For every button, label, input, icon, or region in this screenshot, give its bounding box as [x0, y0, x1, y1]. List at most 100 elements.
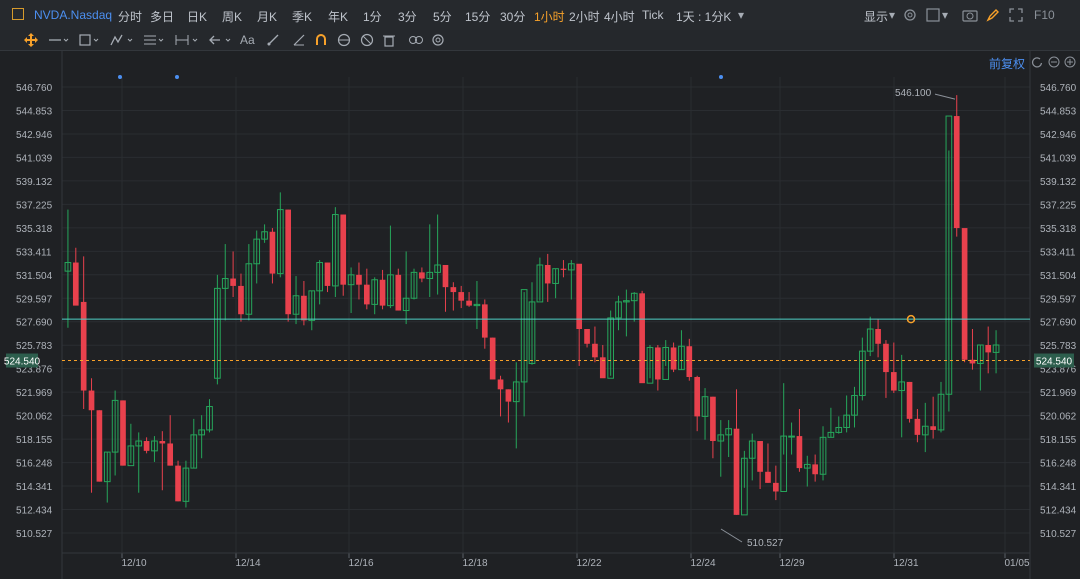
candle-body-down	[985, 345, 992, 353]
y-tick-right: 541.039	[1040, 153, 1077, 164]
y-tick-left: 514.341	[16, 482, 53, 493]
low-label-pointer	[720, 528, 743, 543]
y-tick-right: 514.341	[1040, 482, 1077, 493]
delete-icon[interactable]	[382, 33, 396, 47]
candle-body-down	[773, 482, 779, 492]
timeframe-11[interactable]: 30分	[500, 8, 525, 25]
candle-body-down	[694, 377, 701, 417]
timeframe-3[interactable]: 周K	[222, 8, 242, 25]
camera-icon[interactable]	[962, 8, 978, 22]
link-icon[interactable]	[408, 33, 424, 47]
candle-body-down	[961, 228, 968, 360]
display-menu[interactable]: 显示	[864, 8, 888, 25]
pattern-icon[interactable]	[110, 33, 136, 47]
candle-body-down	[395, 274, 402, 311]
text-icon[interactable]: Aa	[240, 33, 255, 47]
candle-body-down	[442, 264, 449, 288]
y-tick-left: 516.248	[16, 459, 53, 470]
candle-body-down	[72, 262, 79, 306]
chevron-down-icon[interactable]: ▾	[889, 8, 895, 22]
pencil-icon[interactable]	[292, 33, 306, 47]
candle-body-down	[883, 343, 889, 373]
y-tick-left: 535.318	[16, 224, 53, 235]
candle-body-down	[953, 116, 960, 229]
candle-body-down	[356, 274, 362, 285]
timeframe-13[interactable]: 2小时	[569, 8, 600, 25]
settings-icon[interactable]	[431, 33, 445, 47]
candlestick-chart[interactable]: 546.760 546.760 544.853 544.853 542.946 542.9…	[0, 51, 1080, 579]
x-tick-label: 12/16	[348, 558, 373, 569]
f10-icon[interactable]: F10	[1034, 8, 1055, 22]
candle-body-down	[96, 410, 103, 482]
y-tick-left: 539.132	[16, 177, 53, 188]
y-tick-right: 544.853	[1040, 106, 1077, 117]
line-icon[interactable]	[48, 33, 70, 47]
hide-icon[interactable]	[360, 33, 374, 47]
x-tick-label: 12/24	[690, 558, 715, 569]
symbol-label[interactable]: NVDA.Nasdaq	[34, 8, 112, 22]
y-tick-left: 512.434	[16, 506, 53, 517]
event-marker-dot	[175, 75, 179, 79]
magnet-icon[interactable]	[314, 33, 328, 47]
timeframe-1[interactable]: 多日	[150, 8, 174, 25]
arrow-icon[interactable]	[208, 33, 234, 47]
y-tick-right: 512.434	[1040, 506, 1077, 517]
measure-icon[interactable]	[175, 33, 201, 47]
current-price-label-left: 524.540	[4, 357, 41, 368]
y-tick-left: 531.504	[16, 271, 53, 282]
candle-body-down	[80, 301, 87, 391]
candle-body-down	[324, 262, 331, 286]
chart-pane[interactable]: 前复权 546.760 546.760 544.853 544.853 542.946 5…	[0, 51, 1080, 579]
range-selector[interactable]: 1天 : 1分K	[676, 8, 731, 25]
candle-body-down	[757, 441, 763, 472]
y-tick-right: 510.527	[1040, 529, 1077, 540]
y-tick-left: 542.946	[16, 130, 53, 141]
y-tick-left: 527.690	[16, 318, 53, 329]
timeframe-14[interactable]: 4小时	[604, 8, 635, 25]
lock-icon[interactable]	[337, 33, 351, 47]
timeframe-8[interactable]: 3分	[398, 8, 417, 25]
timeframe-12[interactable]: 1小时	[534, 8, 565, 25]
brush-icon[interactable]	[266, 33, 280, 47]
y-tick-right: 527.690	[1040, 318, 1077, 329]
y-tick-left: 525.783	[16, 341, 53, 352]
candle-body-down	[159, 441, 166, 444]
x-tick-label: 12/10	[121, 558, 146, 569]
y-tick-right: 537.225	[1040, 200, 1077, 211]
candle-body-down	[458, 292, 465, 301]
settings-icon[interactable]	[903, 8, 917, 22]
timeframe-7[interactable]: 1分	[363, 8, 382, 25]
y-tick-left: 537.225	[16, 200, 53, 211]
move-icon[interactable]	[24, 33, 38, 47]
chevron-down-icon[interactable]: ▾	[942, 8, 948, 22]
x-tick-label: 12/31	[893, 558, 918, 569]
expand-icon[interactable]	[1009, 8, 1023, 22]
current-price-label-right: 524.540	[1036, 357, 1073, 368]
timeframe-4[interactable]: 月K	[257, 8, 277, 25]
timeframe-9[interactable]: 5分	[433, 8, 452, 25]
x-tick-label: 12/29	[779, 558, 804, 569]
y-tick-left: 521.969	[16, 388, 53, 399]
square-icon[interactable]	[926, 8, 940, 22]
watchlist-toggle-icon[interactable]	[12, 8, 24, 20]
timeframe-10[interactable]: 15分	[465, 8, 490, 25]
timeframe-6[interactable]: 年K	[328, 8, 348, 25]
x-tick-label: 12/18	[462, 558, 487, 569]
fib-icon[interactable]	[143, 33, 167, 47]
timeframe-15[interactable]: Tick	[642, 8, 664, 22]
x-tick-label: 01/05	[1004, 558, 1029, 569]
candle-body-down	[379, 279, 386, 306]
candle-body-down	[930, 426, 936, 430]
candle-body-down	[450, 287, 457, 293]
low-price-label: 510.527	[747, 538, 784, 549]
chevron-down-icon[interactable]: ▾	[738, 8, 744, 22]
pencil-icon[interactable]	[986, 8, 1000, 22]
candle-body-down	[670, 347, 677, 370]
timeframe-0[interactable]: 分时	[118, 8, 142, 25]
candle-body-down	[875, 328, 881, 344]
candle-body-down	[560, 268, 567, 270]
rect-icon[interactable]	[78, 33, 102, 47]
timeframe-5[interactable]: 季K	[292, 8, 312, 25]
timeframe-2[interactable]: 日K	[187, 8, 207, 25]
candle-body-down	[285, 209, 291, 315]
